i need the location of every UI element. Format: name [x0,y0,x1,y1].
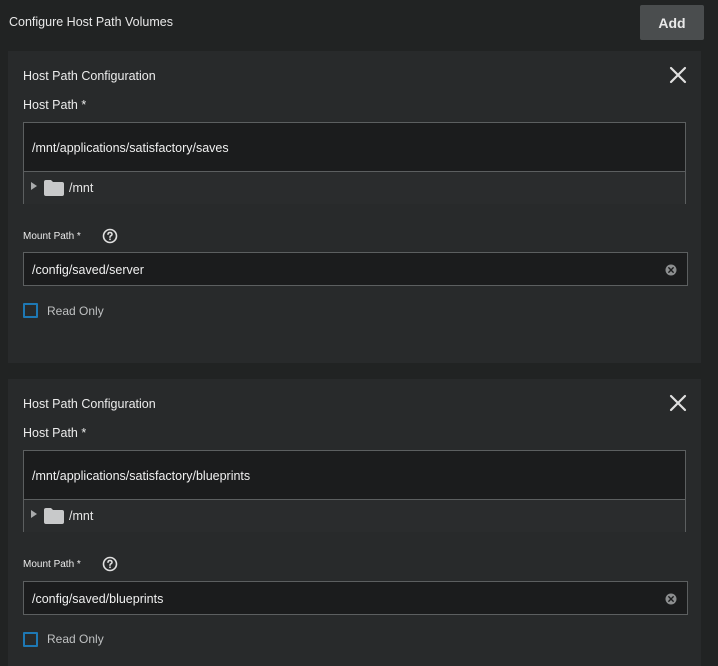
chevron-right-icon[interactable] [31,510,37,518]
read-only-label: Read Only [47,632,104,646]
close-icon [669,394,687,412]
card-title: Host Path Configuration [23,69,156,83]
add-button[interactable]: Add [640,5,704,40]
clear-icon[interactable] [665,593,677,605]
host-path-value: /mnt/applications/satisfactory/saves [32,141,229,155]
host-path-input[interactable]: /mnt/applications/satisfactory/saves [24,123,685,172]
tree-node-mnt[interactable]: /mnt [24,500,685,532]
mount-path-label: Mount Path * [23,231,81,242]
host-path-label: Host Path * [23,98,87,112]
remove-volume-button[interactable] [668,393,688,413]
host-path-value: /mnt/applications/satisfactory/blueprint… [32,469,251,483]
host-path-explorer: /mnt/applications/satisfactory/blueprint… [23,450,686,532]
close-icon [669,66,687,84]
mount-path-value: /config/saved/blueprints [32,592,164,606]
section-title: Configure Host Path Volumes [9,15,173,29]
tree-node-label: /mnt [69,181,94,195]
mount-path-input[interactable]: /config/saved/blueprints [23,581,688,615]
mount-path-label: Mount Path * [23,559,81,570]
read-only-checkbox[interactable] [23,632,38,647]
folder-icon [44,508,64,524]
clear-icon[interactable] [665,264,677,276]
tree-node-label: /mnt [69,509,94,523]
host-path-label: Host Path * [23,426,87,440]
help-circle-icon[interactable] [102,228,118,244]
chevron-right-icon[interactable] [31,182,37,190]
mount-path-value: /config/saved/server [32,263,144,277]
host-path-card: Host Path Configuration Host Path * /mnt… [8,51,701,363]
mount-path-input[interactable]: /config/saved/server [23,252,688,286]
remove-volume-button[interactable] [668,65,688,85]
host-path-volumes-section: Configure Host Path Volumes Add Host Pat… [0,0,718,666]
host-path-card: Host Path Configuration Host Path * /mnt… [8,379,701,666]
section-header: Configure Host Path Volumes Add [0,0,718,46]
host-path-explorer: /mnt/applications/satisfactory/saves /mn… [23,122,686,204]
read-only-label: Read Only [47,304,104,318]
help-circle-icon[interactable] [102,556,118,572]
tree-node-mnt[interactable]: /mnt [24,172,685,204]
folder-icon [44,180,64,196]
host-path-input[interactable]: /mnt/applications/satisfactory/blueprint… [24,451,685,500]
card-title: Host Path Configuration [23,397,156,411]
read-only-checkbox[interactable] [23,303,38,318]
